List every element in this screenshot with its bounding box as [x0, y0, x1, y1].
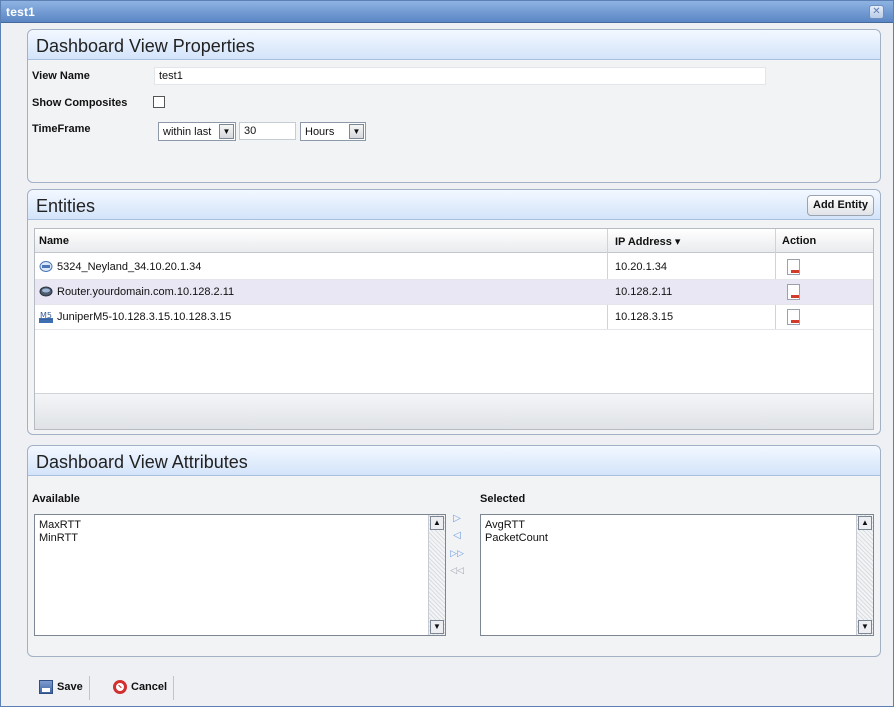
scroll-down-icon[interactable]: ▼: [430, 620, 444, 634]
entities-header: Entities Add Entity: [28, 190, 880, 220]
attributes-header: Dashboard View Attributes: [28, 446, 880, 476]
selected-label: Selected: [480, 493, 526, 505]
add-entity-button[interactable]: Add Entity: [807, 195, 874, 216]
timeframe-mode-select[interactable]: within last ▼: [158, 122, 236, 141]
cancel-icon: [113, 680, 127, 694]
save-icon: [39, 680, 53, 694]
selected-list[interactable]: AvgRTT PacketCount ▲ ▼: [480, 514, 874, 636]
list-item[interactable]: AvgRTT: [485, 519, 525, 531]
chevron-down-icon: ▼: [219, 124, 234, 139]
scroll-up-icon[interactable]: ▲: [430, 516, 444, 530]
timeframe-unit-select[interactable]: Hours ▼: [300, 122, 366, 141]
list-item[interactable]: MinRTT: [39, 532, 78, 544]
properties-title: Dashboard View Properties: [36, 36, 255, 56]
cancel-label: Cancel: [131, 681, 168, 693]
list-item[interactable]: PacketCount: [485, 532, 548, 544]
timeframe-unit-value: Hours: [305, 126, 335, 138]
list-item[interactable]: MaxRTT: [39, 519, 81, 531]
entity-ip: 10.128.2.11: [615, 286, 673, 298]
svg-text:M5: M5: [40, 311, 52, 320]
selected-scrollbar[interactable]: ▲ ▼: [856, 515, 873, 635]
save-label: Save: [57, 681, 83, 693]
delete-document-icon[interactable]: [787, 259, 800, 275]
attributes-title: Dashboard View Attributes: [36, 452, 248, 472]
table-row[interactable]: 5324_Neyland_34.10.20.1.34 10.20.1.34: [35, 255, 873, 280]
delete-document-icon[interactable]: [787, 284, 800, 300]
properties-panel: Dashboard View Properties View Name test…: [27, 29, 881, 183]
scroll-up-icon[interactable]: ▲: [858, 516, 872, 530]
properties-header: Dashboard View Properties: [28, 30, 880, 60]
switch-device-icon: [39, 260, 53, 273]
entity-name: Router.yourdomain.com.10.128.2.11: [57, 286, 235, 298]
move-all-right-icon[interactable]: ▷▷: [450, 546, 464, 560]
move-all-left-icon[interactable]: ◁◁: [450, 563, 464, 577]
entity-name: 5324_Neyland_34.10.20.1.34: [57, 261, 202, 273]
table-row[interactable]: Router.yourdomain.com.10.128.2.11 10.128…: [35, 280, 873, 305]
show-composites-label: Show Composites: [32, 97, 128, 109]
entity-ip: 10.20.1.34: [615, 261, 667, 273]
available-list[interactable]: MaxRTT MinRTT ▲ ▼: [34, 514, 446, 636]
column-name[interactable]: Name: [39, 235, 69, 247]
grid-header: Name IP Address ▾ Action: [35, 229, 873, 253]
column-action[interactable]: Action: [782, 235, 816, 247]
window-title: test1: [6, 5, 36, 19]
move-left-icon[interactable]: ◁: [450, 529, 464, 543]
cancel-button[interactable]: Cancel: [107, 676, 175, 700]
show-composites-checkbox[interactable]: [153, 96, 165, 108]
move-right-icon[interactable]: ▷: [450, 512, 464, 526]
scroll-down-icon[interactable]: ▼: [858, 620, 872, 634]
timeframe-value-input[interactable]: 30: [239, 122, 296, 140]
table-row[interactable]: M5 JuniperM5-10.128.3.15.10.128.3.15 10.…: [35, 305, 873, 330]
delete-document-icon[interactable]: [787, 309, 800, 325]
timeframe-mode-value: within last: [163, 126, 212, 138]
entities-panel: Entities Add Entity Name IP Address ▾ Ac…: [27, 189, 881, 435]
entities-title: Entities: [36, 196, 96, 216]
entity-name: JuniperM5-10.128.3.15.10.128.3.15: [57, 311, 232, 323]
save-button[interactable]: Save: [33, 676, 90, 700]
attributes-panel: Dashboard View Attributes Available MaxR…: [27, 445, 881, 657]
view-name-input[interactable]: test1: [154, 67, 766, 85]
chevron-down-icon: ▼: [349, 124, 364, 139]
title-bar[interactable]: test1 ✕: [1, 1, 893, 23]
available-label: Available: [32, 493, 80, 505]
juniper-device-icon: M5: [39, 310, 53, 323]
grid-footer: [35, 393, 873, 429]
close-icon[interactable]: ✕: [869, 5, 884, 19]
entity-ip: 10.128.3.15: [615, 311, 674, 323]
available-scrollbar[interactable]: ▲ ▼: [428, 515, 445, 635]
view-name-label: View Name: [32, 70, 90, 82]
entities-grid: Name IP Address ▾ Action 5324_Neyland_34…: [34, 228, 874, 430]
timeframe-label: TimeFrame: [32, 123, 91, 135]
dialog-window: test1 ✕ Dashboard View Properties View N…: [0, 0, 894, 707]
column-ip-address[interactable]: IP Address ▾: [615, 235, 680, 248]
router-device-icon: [39, 285, 53, 298]
